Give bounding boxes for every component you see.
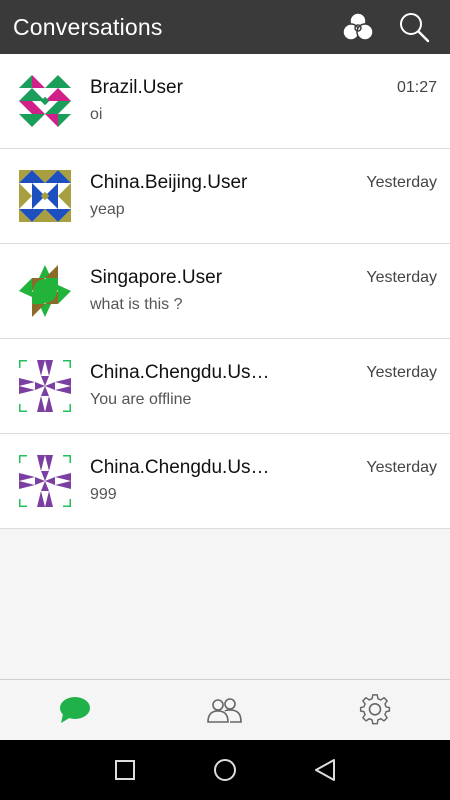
- recents-button[interactable]: [75, 740, 175, 800]
- search-icon: [400, 13, 430, 43]
- back-button[interactable]: [275, 740, 375, 800]
- circles-button[interactable]: [338, 7, 378, 47]
- last-message: yeap: [90, 201, 125, 218]
- conversation-row[interactable]: China.Chengdu.Us… 999 Yesterday: [0, 434, 450, 529]
- chat-bubble-icon: [60, 697, 90, 723]
- gear-icon: [359, 694, 391, 725]
- last-message: 999: [90, 486, 117, 503]
- timestamp: Yesterday: [366, 269, 437, 286]
- timestamp: Yesterday: [366, 459, 437, 476]
- avatar-identicon: [19, 360, 71, 412]
- tab-conversations[interactable]: [45, 685, 105, 735]
- conversation-row[interactable]: China.Chengdu.Us… You are offline Yester…: [0, 339, 450, 434]
- timestamp: 01:27: [396, 79, 437, 96]
- tab-contacts[interactable]: [195, 685, 255, 735]
- circles-icon: [342, 12, 374, 41]
- contact-name: China.Beijing.User: [90, 172, 248, 193]
- conversation-row[interactable]: Brazil.User oi 01:27: [0, 54, 450, 149]
- page-title: Conversations: [13, 13, 163, 40]
- contacts-icon: [207, 698, 242, 723]
- bottom-tab-bar: [0, 679, 450, 740]
- conversation-row[interactable]: Singapore.User what is this ? Yesterday: [0, 244, 450, 339]
- app-bar: Conversations: [0, 0, 450, 54]
- system-nav-bar: [0, 740, 450, 800]
- contact-name: China.Chengdu.Us…: [90, 362, 270, 383]
- back-triangle-icon: [315, 759, 335, 781]
- contact-name: China.Chengdu.Us…: [90, 457, 270, 478]
- tab-settings[interactable]: [345, 685, 405, 735]
- screen: Conversations Brazil.User oi 01:27 China…: [0, 0, 450, 800]
- avatar-identicon: [19, 455, 71, 507]
- conversation-list: Brazil.User oi 01:27 China.Beijing.User …: [0, 54, 450, 529]
- last-message: You are offline: [90, 391, 192, 408]
- contact-name: Singapore.User: [90, 267, 223, 288]
- conversation-row[interactable]: China.Beijing.User yeap Yesterday: [0, 149, 450, 244]
- timestamp: Yesterday: [366, 364, 437, 381]
- circle-icon: [214, 759, 236, 781]
- search-button[interactable]: [394, 7, 434, 47]
- avatar-identicon: [19, 75, 71, 127]
- square-icon: [115, 760, 135, 780]
- avatar-identicon: [19, 170, 71, 222]
- contact-name: Brazil.User: [90, 77, 183, 98]
- timestamp: Yesterday: [366, 174, 437, 191]
- last-message: oi: [90, 106, 103, 123]
- last-message: what is this ?: [90, 296, 183, 313]
- home-button[interactable]: [175, 740, 275, 800]
- avatar-identicon: [19, 265, 71, 317]
